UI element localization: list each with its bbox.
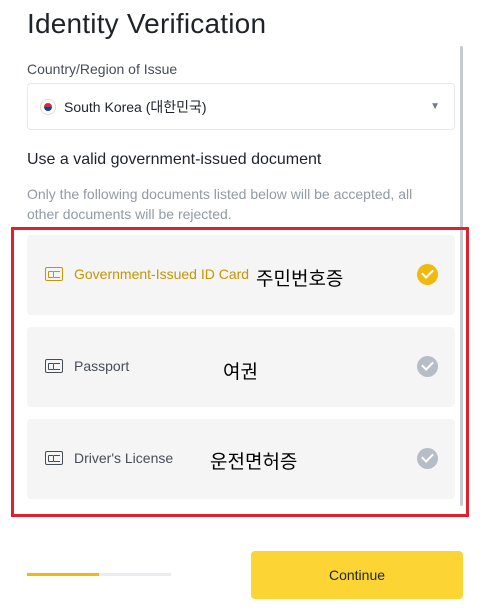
drivers-license-icon bbox=[45, 451, 63, 465]
country-field-label: Country/Region of Issue bbox=[27, 61, 178, 77]
document-option-annotation: 주민번호증 bbox=[256, 268, 344, 290]
document-option-label: Passport bbox=[74, 358, 130, 374]
document-option-annotation: 여권 bbox=[223, 361, 258, 383]
document-option-id-card[interactable]: Government-Issued ID Card 주민번호증 bbox=[27, 235, 455, 315]
document-option-passport[interactable]: Passport 여권 bbox=[27, 327, 455, 407]
check-circle-icon bbox=[417, 448, 438, 469]
document-option-drivers-license[interactable]: Driver's License 운전면허증 bbox=[27, 419, 455, 499]
document-option-label: Driver's License bbox=[74, 450, 174, 466]
check-circle-icon bbox=[417, 356, 438, 377]
continue-button[interactable]: Continue bbox=[251, 551, 463, 599]
progress-bar-fill bbox=[27, 573, 99, 576]
document-note: Only the following documents listed belo… bbox=[27, 186, 413, 222]
country-select-value: South Korea (대한민국) bbox=[64, 98, 207, 115]
page-title: Identity Verification bbox=[27, 8, 267, 39]
country-select[interactable]: South Korea (대한민국) ▼ bbox=[27, 83, 455, 130]
document-heading: Use a valid government-issued document bbox=[27, 151, 322, 168]
progress-bar bbox=[27, 573, 171, 576]
check-circle-icon bbox=[417, 264, 438, 285]
south-korea-flag-icon bbox=[40, 98, 56, 115]
id-card-icon bbox=[45, 267, 63, 281]
document-option-annotation: 운전면허증 bbox=[210, 451, 298, 473]
chevron-down-icon: ▼ bbox=[430, 101, 440, 112]
document-option-label: Government-Issued ID Card bbox=[74, 266, 250, 282]
passport-icon bbox=[45, 359, 63, 373]
